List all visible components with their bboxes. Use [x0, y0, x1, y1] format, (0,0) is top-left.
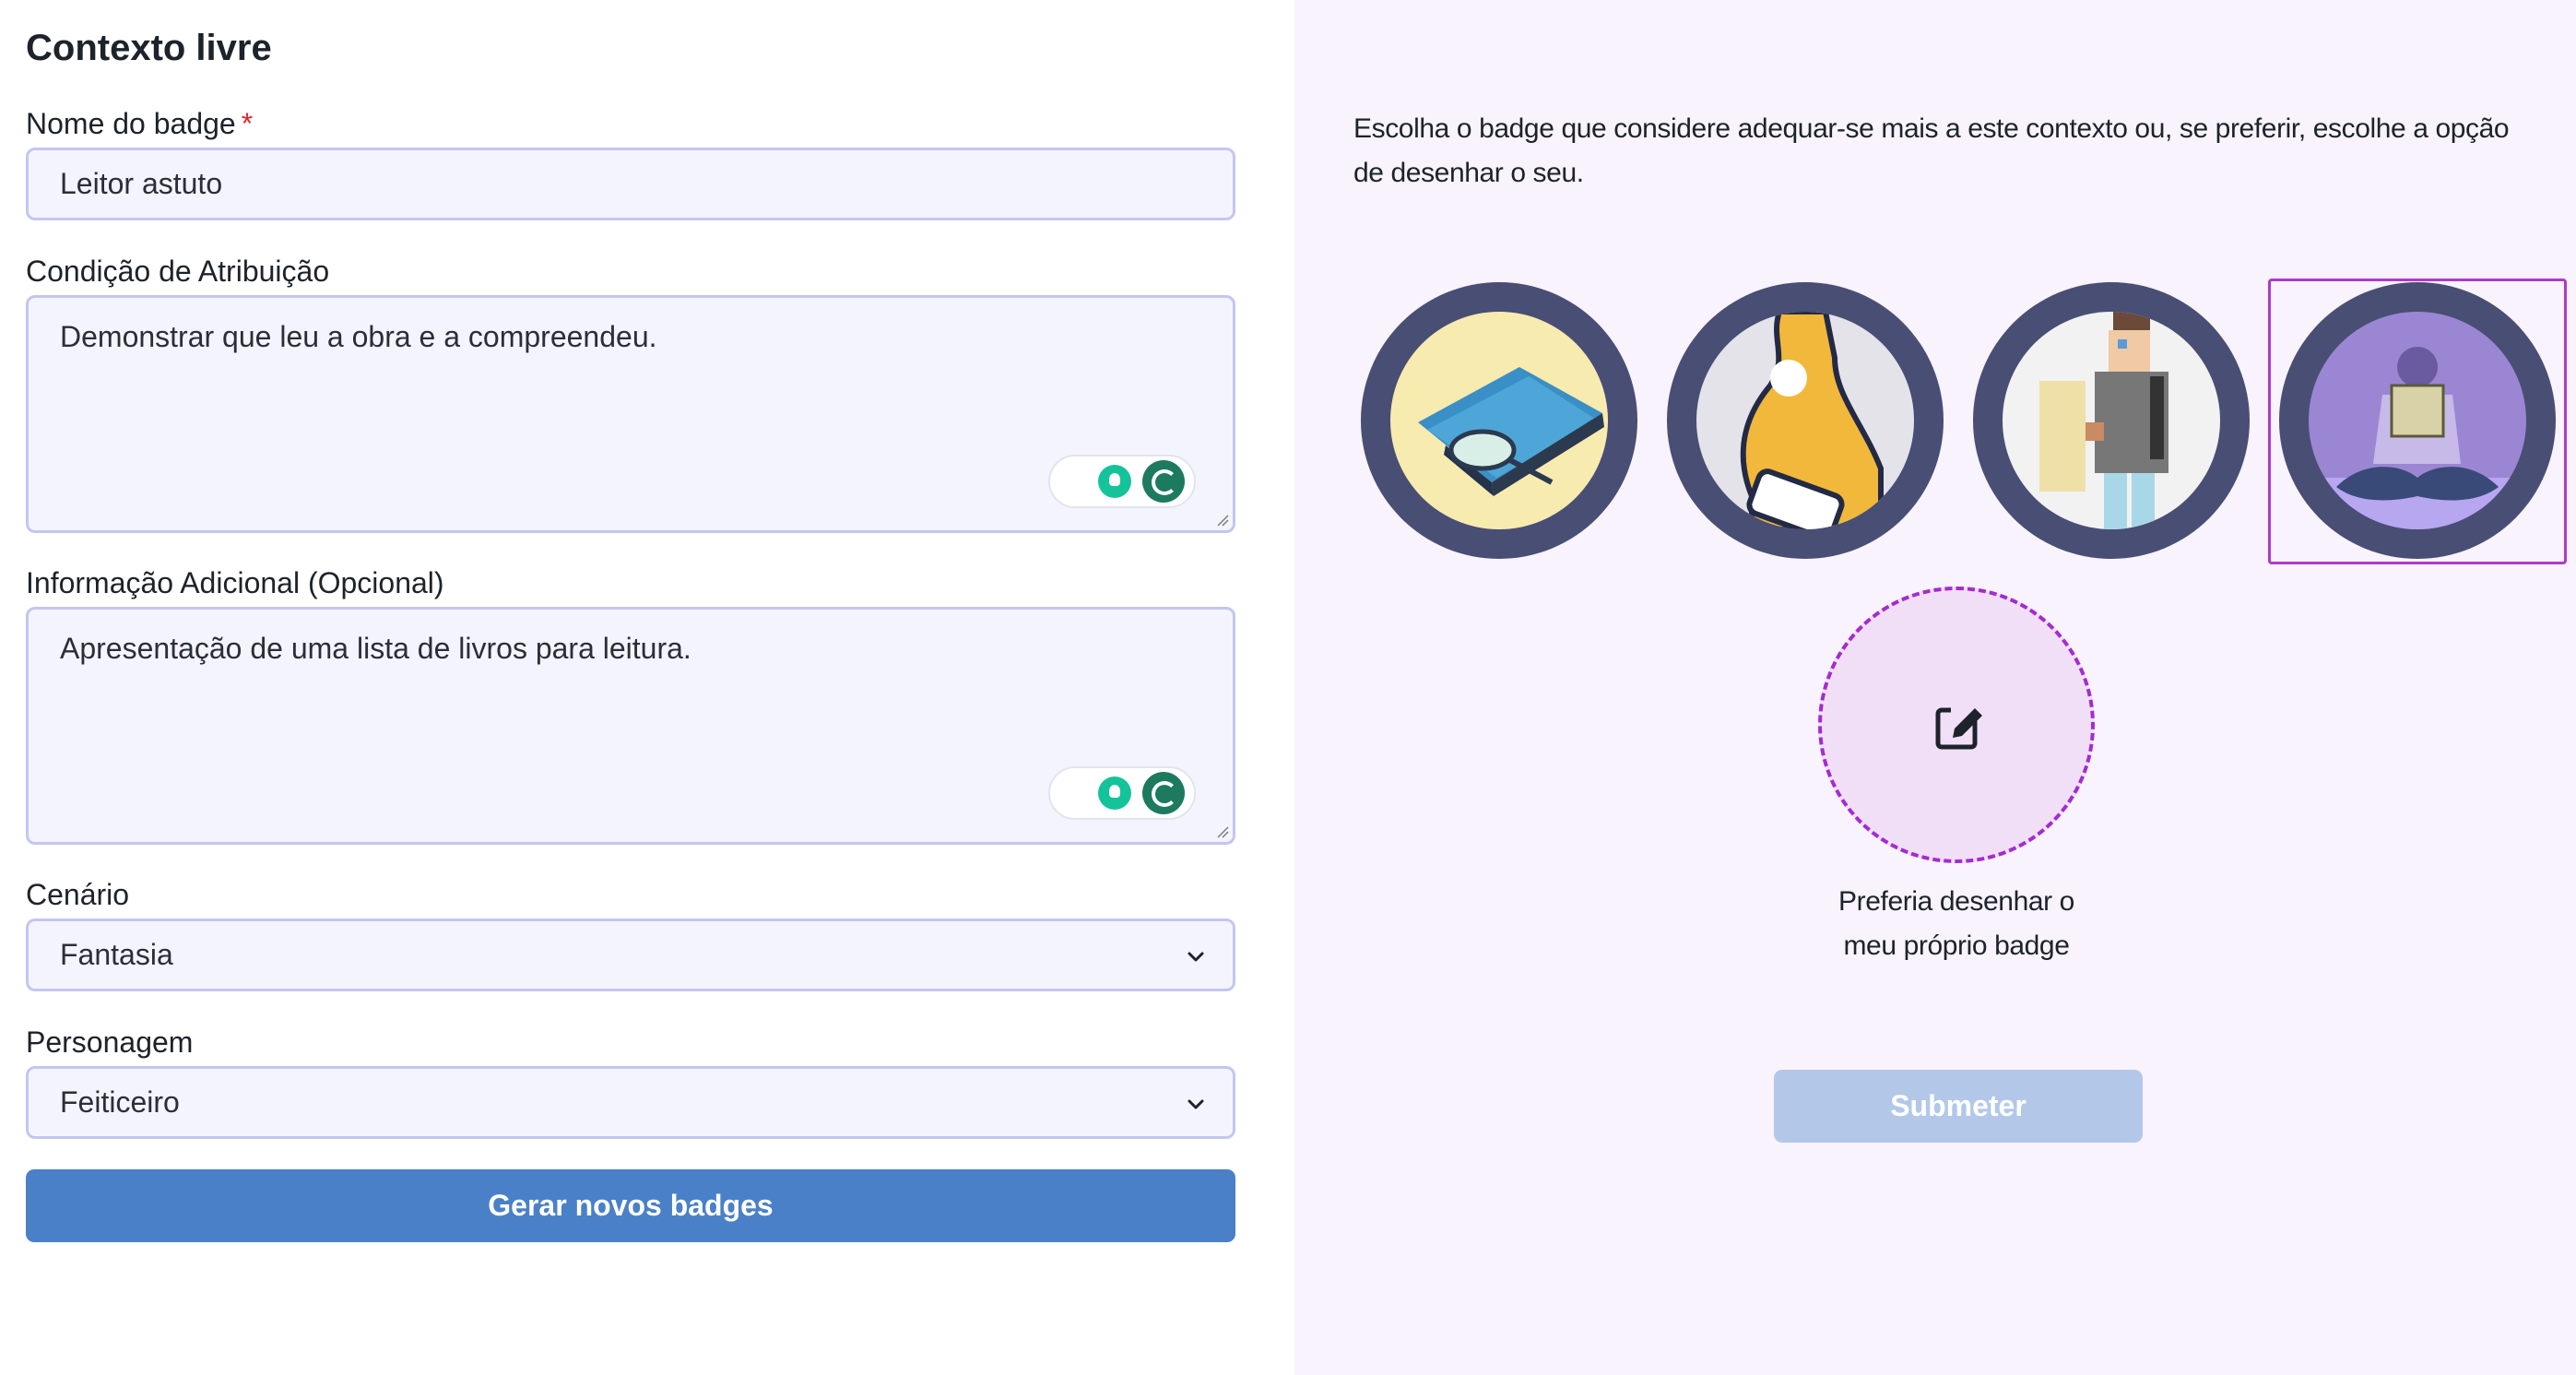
edit-pencil-icon [1935, 705, 1984, 750]
badge-image [1390, 312, 1608, 529]
badge-image [1696, 312, 1914, 529]
resize-handle-icon[interactable] [1214, 512, 1229, 527]
chevron-down-icon [1188, 952, 1204, 962]
condition-label: Condição de Atribuição [26, 255, 330, 288]
scenario-selected-value: Fantasia [60, 938, 173, 971]
grammarly-widget[interactable] [1048, 455, 1196, 508]
grammarly-widget[interactable] [1048, 766, 1196, 820]
additional-info-value: Apresentação de uma lista de livros para… [60, 632, 691, 665]
grammarly-icon[interactable] [1142, 772, 1185, 814]
person-phone-illustration [1696, 312, 1914, 529]
condition-textarea[interactable]: Demonstrar que leu a obra e a compreende… [26, 295, 1235, 533]
page-title: Contexto livre [26, 28, 272, 68]
draw-own-badge-option[interactable] [1818, 587, 2095, 863]
badge-option-pixel-person[interactable] [1973, 282, 2250, 559]
badge-instructions: Escolha o badge que considere adequar-se… [1353, 113, 2510, 188]
book-magnifier-illustration [1390, 312, 1608, 529]
character-selected-value: Feiticeiro [60, 1085, 180, 1119]
condition-value: Demonstrar que leu a obra e a compreende… [60, 320, 657, 353]
resize-handle-icon[interactable] [1214, 824, 1229, 838]
badge-option-person-phone[interactable] [1667, 282, 1944, 559]
badge-form-panel: Contexto livre Nome do badge * Leitor ast… [0, 0, 1294, 1375]
badge-name-value: Leitor astuto [60, 167, 223, 200]
character-label: Personagem [26, 1025, 194, 1059]
lightbulb-icon[interactable] [1098, 776, 1131, 810]
additional-info-label: Informação Adicional (Opcional) [26, 566, 444, 599]
scenario-label: Cenário [26, 878, 130, 911]
character-select[interactable]: Feiticeiro [26, 1066, 1235, 1139]
additional-info-textarea[interactable]: Apresentação de uma lista de livros para… [26, 607, 1235, 845]
required-mark: * [241, 107, 254, 140]
generate-badges-button[interactable]: Gerar novos badges [26, 1169, 1235, 1242]
badge-option-book-magnifier[interactable] [1361, 282, 1637, 559]
badge-name-label: Nome do badge * [26, 107, 254, 140]
grammarly-icon[interactable] [1142, 460, 1185, 503]
selected-badge-frame [2268, 279, 2567, 564]
scenario-select[interactable]: Fantasia [26, 919, 1235, 991]
draw-own-badge-caption: Preferia desenhar o meu próprio badge [1838, 886, 2074, 961]
badge-name-input[interactable]: Leitor astuto [26, 148, 1235, 220]
submit-button[interactable]: Submeter [1774, 1070, 2143, 1143]
lightbulb-icon[interactable] [1098, 465, 1131, 498]
badge-image [2003, 312, 2220, 529]
chevron-down-icon [1188, 1099, 1204, 1109]
pixel-person-illustration [2003, 312, 2220, 529]
